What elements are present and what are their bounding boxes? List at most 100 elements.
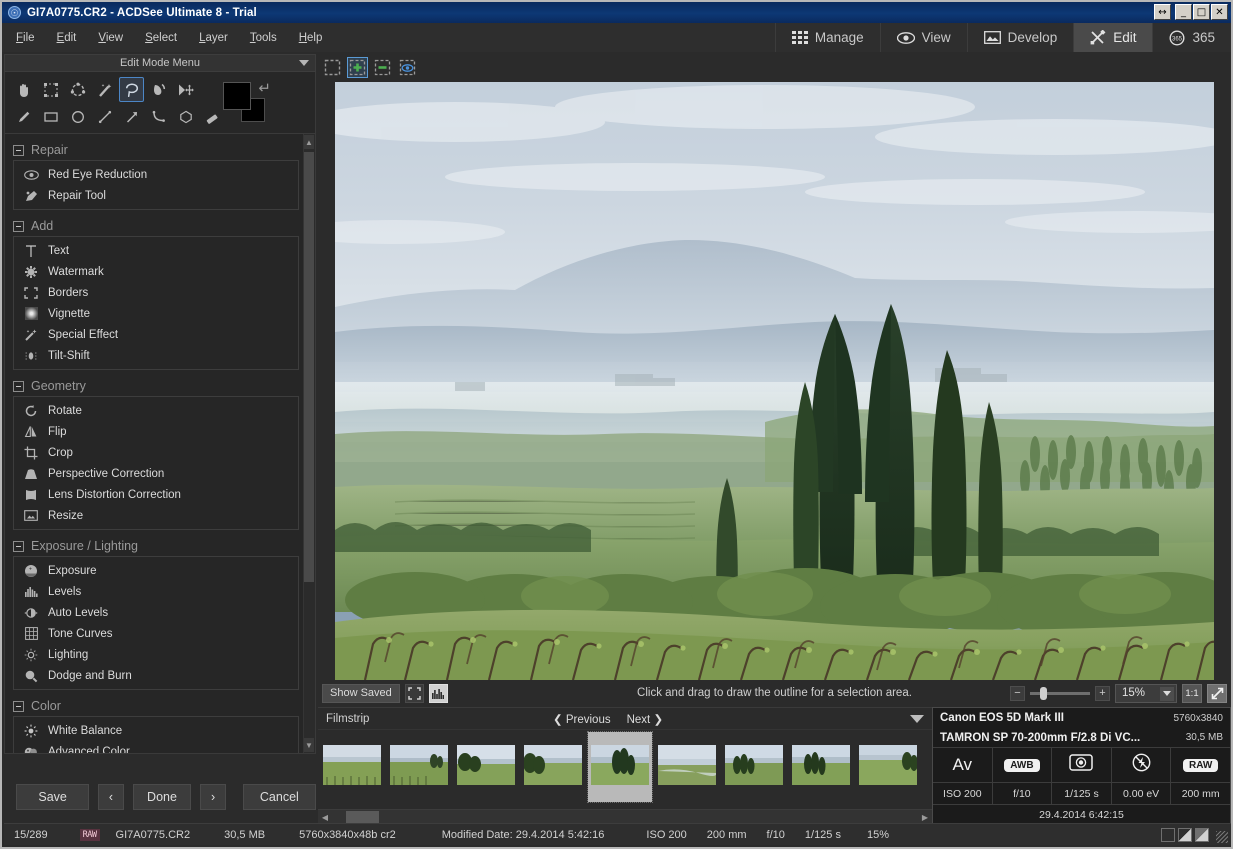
list-item[interactable] [655, 732, 719, 802]
zoom-in-button[interactable]: + [1095, 686, 1110, 701]
view-mode-normal-button[interactable] [1161, 828, 1175, 842]
tool-borders[interactable]: Borders [14, 282, 298, 303]
menu-file[interactable]: File [16, 32, 35, 44]
actual-size-button[interactable]: 1:1 [1182, 684, 1202, 703]
scroll-down-icon[interactable]: ▼ [304, 738, 314, 752]
group-add-header[interactable]: Add [13, 216, 299, 236]
lasso-icon[interactable] [119, 77, 144, 102]
tab-365[interactable]: 365 365 [1152, 23, 1231, 52]
eraser-icon[interactable] [200, 104, 225, 129]
tool-rotate[interactable]: Rotate [14, 400, 298, 421]
collapse-icon[interactable] [13, 541, 24, 552]
minimize-button[interactable]: _ [1175, 4, 1192, 20]
tab-manage[interactable]: Manage [775, 23, 880, 52]
tool-dodge-and-burn[interactable]: Dodge and Burn [14, 665, 298, 686]
group-repair-header[interactable]: Repair [13, 140, 299, 160]
collapse-icon[interactable] [13, 701, 24, 712]
ellipse-icon[interactable] [65, 104, 90, 129]
new-selection-button[interactable] [322, 57, 343, 78]
resize-grip[interactable] [1216, 831, 1228, 843]
rectangle-icon[interactable] [38, 104, 63, 129]
panel-scrollbar[interactable]: ▲ ▼ [303, 134, 315, 753]
menu-tools[interactable]: Tools [250, 32, 277, 44]
restore-size-button[interactable]: ↔ [1154, 4, 1171, 20]
list-item[interactable] [588, 732, 652, 802]
list-item[interactable] [454, 732, 518, 802]
tab-develop[interactable]: Develop [967, 23, 1074, 52]
tool-perspective-correction[interactable]: Perspective Correction [14, 463, 298, 484]
tool-auto-levels[interactable]: Auto Levels [14, 602, 298, 623]
list-item[interactable] [789, 732, 853, 802]
magic-wand-icon[interactable] [92, 77, 117, 102]
polygon-select-icon[interactable] [65, 77, 90, 102]
filmstrip-collapse-icon[interactable] [910, 715, 924, 723]
list-item[interactable] [521, 732, 585, 802]
edit-mode-menu-header[interactable]: Edit Mode Menu [4, 54, 316, 72]
tool-levels[interactable]: Levels [14, 581, 298, 602]
tool-watermark[interactable]: Watermark [14, 261, 298, 282]
image-canvas-wrapper[interactable] [318, 80, 1231, 681]
menu-select[interactable]: Select [145, 32, 177, 44]
list-item[interactable] [387, 732, 451, 802]
color-swatches[interactable]: ↵ [223, 82, 267, 122]
menu-view[interactable]: View [98, 32, 123, 44]
next-image-button[interactable]: › [200, 784, 225, 810]
arrow-icon[interactable] [119, 104, 144, 129]
tool-exposure[interactable]: + Exposure [14, 560, 298, 581]
chevron-down-icon[interactable] [299, 60, 309, 66]
tool-tilt-shift[interactable]: Tilt-Shift [14, 345, 298, 366]
scrollbar-thumb[interactable] [304, 152, 314, 582]
zoom-out-button[interactable]: − [1010, 686, 1025, 701]
zoom-level-select[interactable]: 15% [1115, 684, 1177, 703]
tool-vignette[interactable]: Vignette [14, 303, 298, 324]
filmstrip-previous-button[interactable]: ❮ Previous [553, 712, 611, 726]
tool-repair-tool[interactable]: Repair Tool [14, 185, 298, 206]
tool-special-effect[interactable]: Special Effect [14, 324, 298, 345]
foreground-color-swatch[interactable] [223, 82, 251, 110]
tool-flip[interactable]: Flip [14, 421, 298, 442]
close-button[interactable]: ✕ [1211, 4, 1228, 20]
menu-help[interactable]: Help [299, 32, 323, 44]
list-item[interactable] [722, 732, 786, 802]
zoom-slider-thumb[interactable] [1040, 687, 1047, 700]
list-item[interactable] [856, 732, 920, 802]
tab-view[interactable]: View [880, 23, 967, 52]
show-selection-preview-button[interactable] [397, 57, 418, 78]
maximize-button[interactable]: □ [1193, 4, 1210, 20]
view-mode-compare-button[interactable] [1195, 828, 1209, 842]
tool-lens-distortion-correction[interactable]: Lens Distortion Correction [14, 484, 298, 505]
edited-photo[interactable] [335, 82, 1214, 680]
curve-icon[interactable] [146, 104, 171, 129]
tool-resize[interactable]: Resize [14, 505, 298, 526]
zoom-slider[interactable] [1030, 692, 1090, 695]
collapse-icon[interactable] [13, 381, 24, 392]
brush-select-icon[interactable] [146, 77, 171, 102]
tab-edit[interactable]: Edit [1073, 23, 1152, 52]
filmstrip-next-button[interactable]: Next ❯ [627, 712, 664, 726]
tool-lighting[interactable]: Lighting [14, 644, 298, 665]
menu-layer[interactable]: Layer [199, 32, 228, 44]
subtract-from-selection-button[interactable] [372, 57, 393, 78]
group-geometry-header[interactable]: Geometry [13, 376, 299, 396]
move-icon[interactable] [173, 77, 198, 102]
scroll-up-icon[interactable]: ▲ [304, 135, 314, 149]
select-marquee-icon[interactable] [38, 77, 63, 102]
tool-advanced-color[interactable]: Advanced Color [14, 741, 298, 754]
group-exposure-header[interactable]: Exposure / Lighting [13, 536, 299, 556]
list-item[interactable] [320, 732, 384, 802]
tool-crop[interactable]: Crop [14, 442, 298, 463]
hand-icon[interactable] [11, 77, 36, 102]
save-button[interactable]: Save [16, 784, 89, 810]
fit-image-button[interactable] [1207, 684, 1227, 703]
add-to-selection-button[interactable] [347, 57, 368, 78]
polygon-icon[interactable] [173, 104, 198, 129]
tool-white-balance[interactable]: White Balance [14, 720, 298, 741]
chevron-down-icon[interactable] [1160, 687, 1174, 701]
tool-text[interactable]: Text [14, 240, 298, 261]
group-color-header[interactable]: Color [13, 696, 299, 716]
swap-colors-icon[interactable]: ↵ [258, 79, 271, 97]
tool-tone-curves[interactable]: Tone Curves [14, 623, 298, 644]
cancel-button[interactable]: Cancel [243, 784, 316, 810]
line-icon[interactable] [92, 104, 117, 129]
pencil-icon[interactable] [11, 104, 36, 129]
